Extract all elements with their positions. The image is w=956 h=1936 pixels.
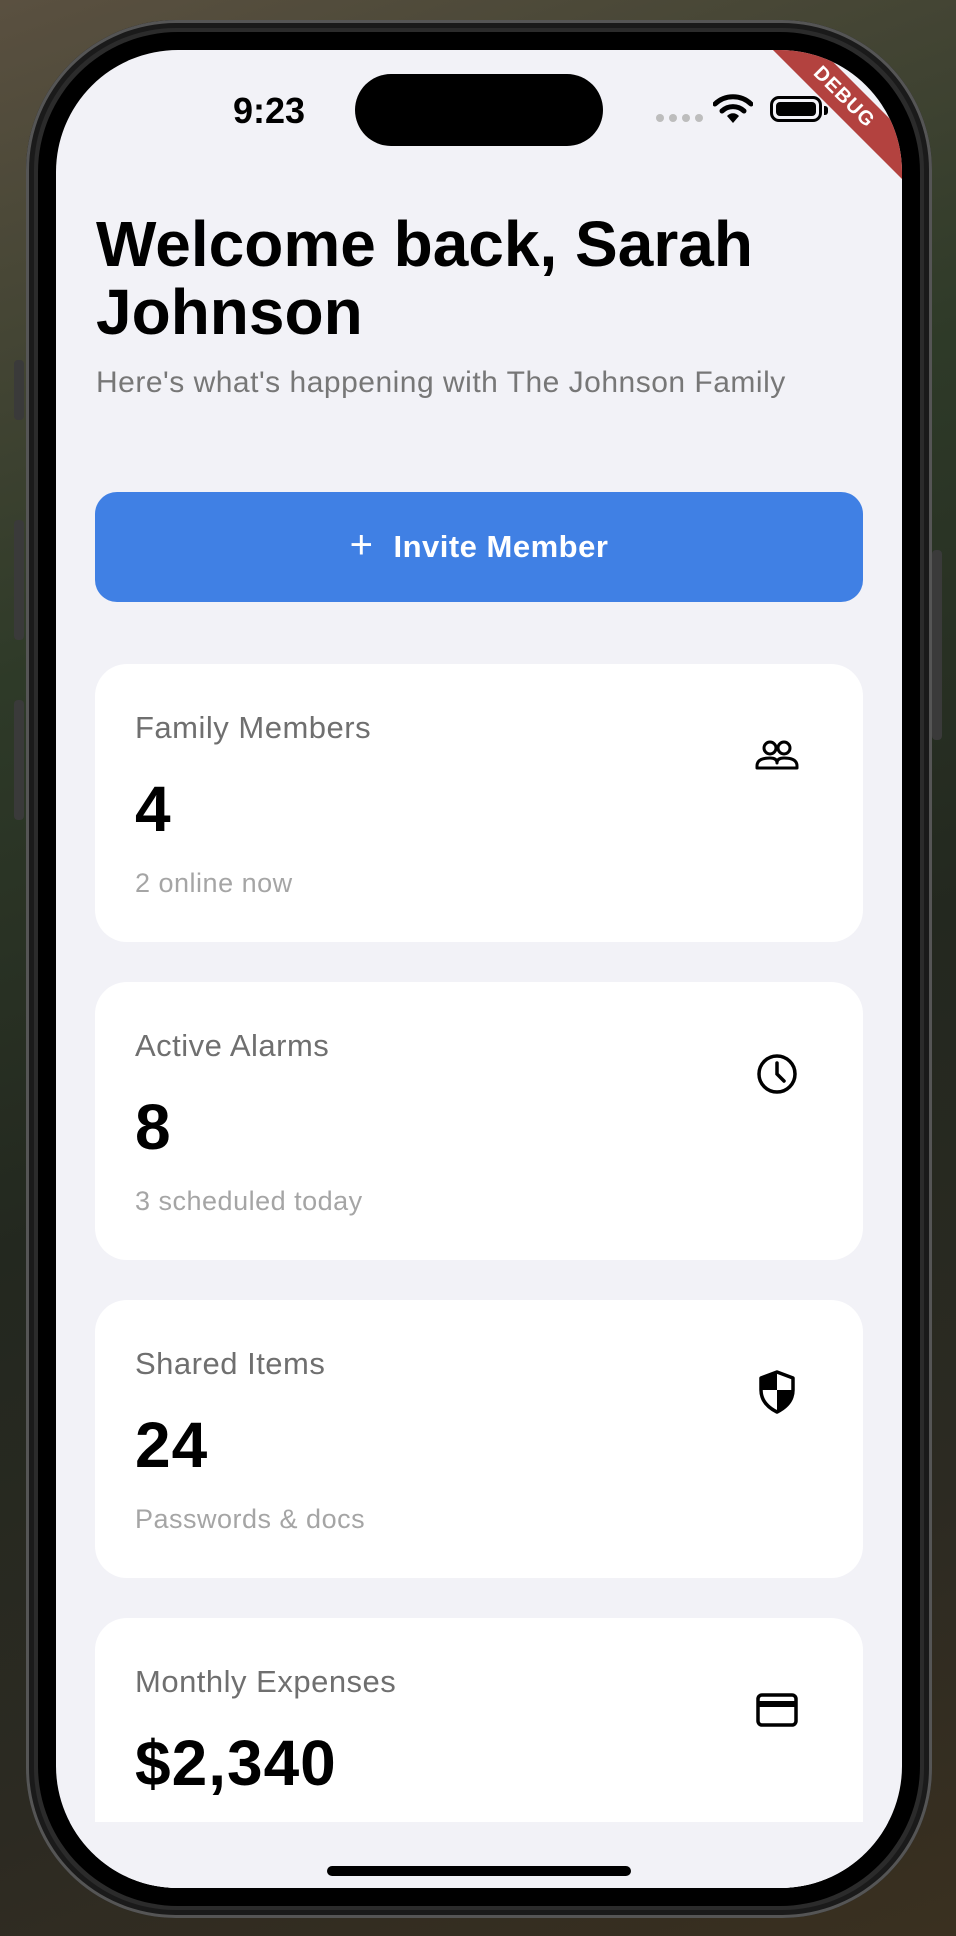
page-title: Welcome back, Sarah Johnson [96, 208, 753, 348]
invite-member-label: Invite Member [393, 529, 609, 564]
invite-member-button[interactable]: + Invite Member [95, 492, 863, 602]
dynamic-island [355, 74, 603, 146]
volume-up-button [14, 520, 24, 640]
mute-switch [14, 360, 24, 420]
home-indicator[interactable] [327, 1866, 631, 1876]
card-label: Monthly Expenses [135, 1664, 397, 1699]
clock-icon [757, 1054, 797, 1094]
plus-icon: + [349, 523, 374, 567]
credit-card-icon [756, 1693, 798, 1727]
shield-icon [759, 1370, 795, 1414]
card-subtext: Passwords & docs [135, 1504, 366, 1534]
cellular-signal-icon [656, 114, 703, 122]
power-button [932, 550, 942, 740]
family-members-card[interactable]: Family Members 4 2 online now [95, 664, 863, 942]
volume-down-button [14, 700, 24, 820]
battery-icon [770, 96, 828, 122]
card-value: 8 [135, 1091, 172, 1163]
people-icon [755, 740, 799, 770]
card-value: 24 [135, 1409, 209, 1481]
card-value: $2,340 [135, 1727, 337, 1799]
card-label: Family Members [135, 710, 372, 745]
card-subtext: 3 scheduled today [135, 1186, 363, 1216]
page-subtitle: Here's what's happening with The Johnson… [96, 366, 786, 399]
card-value: 4 [135, 773, 172, 845]
active-alarms-card[interactable]: Active Alarms 8 3 scheduled today [95, 982, 863, 1260]
app-screen: 9:23 DEBUG Welcome back, Sarah Johnson H… [56, 50, 902, 1888]
bottom-safe-area [56, 1822, 902, 1888]
card-label: Shared Items [135, 1346, 326, 1381]
status-time: 9:23 [232, 90, 306, 131]
card-label: Active Alarms [135, 1028, 330, 1063]
shared-items-card[interactable]: Shared Items 24 Passwords & docs [95, 1300, 863, 1578]
card-subtext: 2 online now [135, 868, 293, 898]
wifi-icon [713, 94, 753, 123]
